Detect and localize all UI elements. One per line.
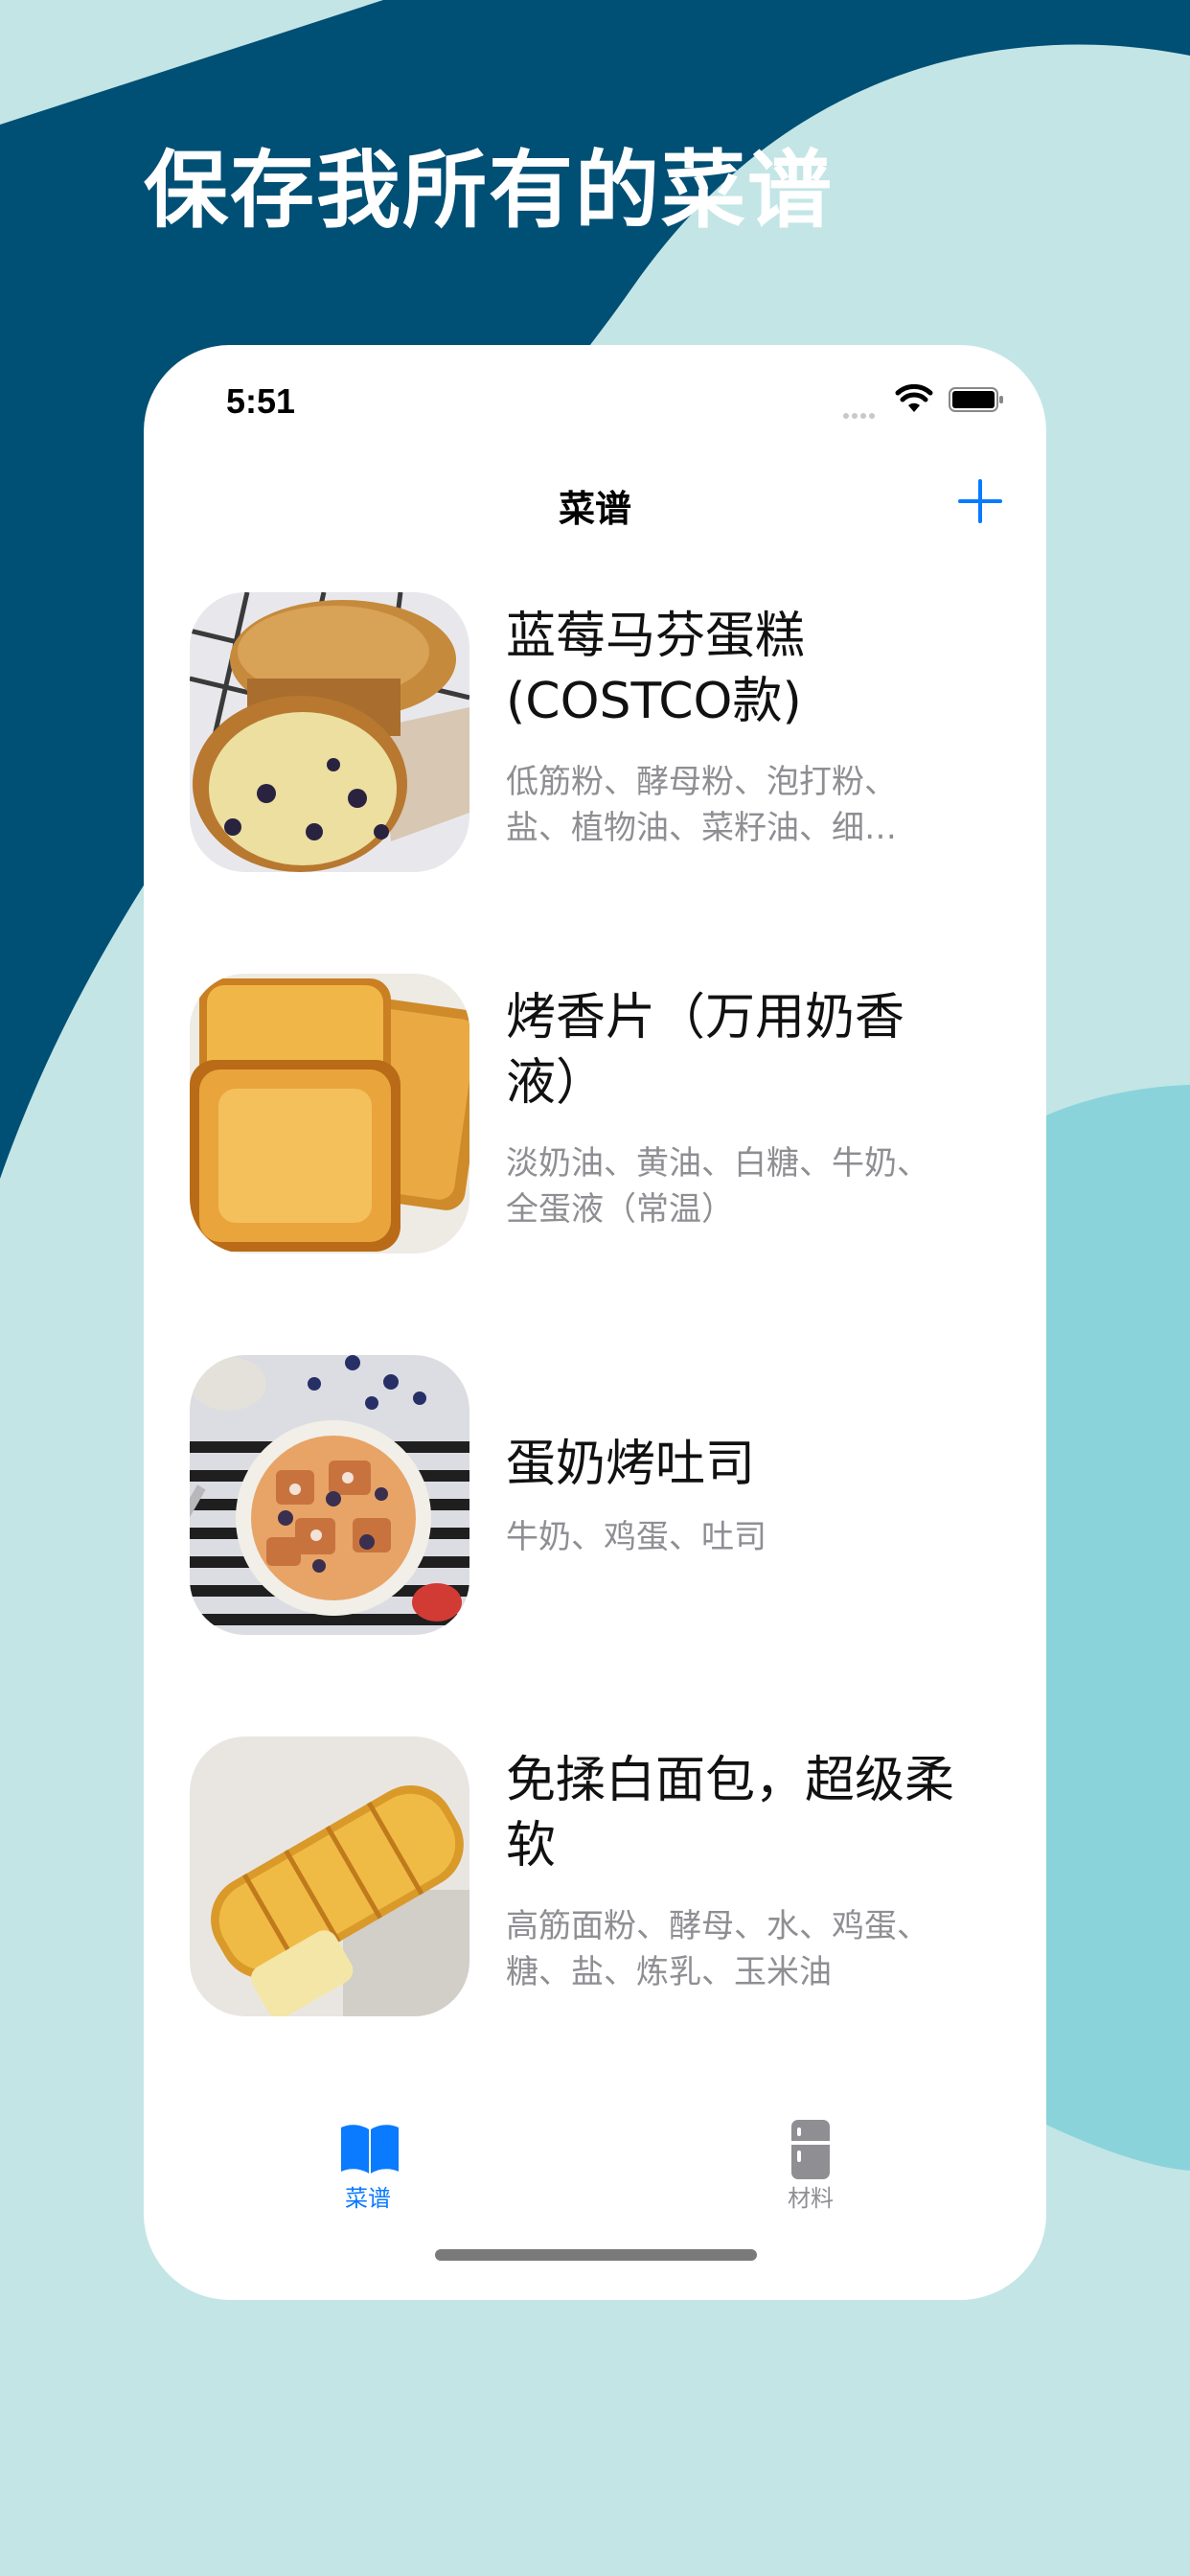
recipe-ingredients: 牛奶、鸡蛋、吐司 (506, 1518, 767, 1556)
recipe-title: 烤香片（万用奶香液） (506, 989, 905, 1112)
recipe-ingredients: 淡奶油、黄油、白糖、牛奶、全蛋液（常温） (506, 1144, 929, 1229)
battery-icon (949, 387, 1003, 412)
status-time: 5:51 (226, 381, 296, 421)
nav-title: 菜谱 (558, 488, 631, 530)
home-indicator (435, 2249, 757, 2261)
recipe-item[interactable]: 烤香片（万用奶香液） 淡奶油、黄油、白糖、牛奶、全蛋液（常温） (190, 974, 1014, 1254)
book-icon (341, 2125, 399, 2174)
wifi-icon (895, 383, 933, 412)
recipe-photo-muffin (190, 592, 469, 872)
tab-ingredients[interactable]: 材料 (734, 2108, 887, 2223)
signal-icon (843, 404, 885, 419)
recipe-item[interactable]: 免揉白面包，超级柔软 高筋面粉、酵母、水、鸡蛋、糖、盐、炼乳、玉米油 (190, 1736, 1014, 2016)
recipe-photo-white-bread (190, 1736, 469, 2016)
phone-screen: 5:51 菜谱 蓝莓马芬蛋糕(COSTCO款) 低筋粉、酵母粉、泡打粉、盐、植物… (144, 345, 1046, 2300)
recipe-title: 蓝莓马芬蛋糕(COSTCO款) (506, 608, 806, 730)
fridge-icon (791, 2120, 830, 2179)
recipe-photo-toast (190, 974, 469, 1254)
tab-label: 材料 (788, 2185, 834, 2212)
recipe-photo-bread-pudding (190, 1355, 469, 1635)
recipe-item[interactable]: 蛋奶烤吐司 牛奶、鸡蛋、吐司 (190, 1355, 1014, 1635)
recipe-ingredients: 低筋粉、酵母粉、泡打粉、盐、植物油、菜籽油、细… (506, 763, 897, 847)
tab-label: 菜谱 (345, 2185, 391, 2212)
headline: 保存我所有的菜谱 (144, 141, 835, 240)
recipe-title: 免揉白面包，超级柔软 (506, 1752, 955, 1874)
add-recipe-button[interactable] (956, 477, 1004, 525)
tab-bar: 菜谱 材料 (144, 2108, 1046, 2300)
recipe-item[interactable]: 蓝莓马芬蛋糕(COSTCO款) 低筋粉、酵母粉、泡打粉、盐、植物油、菜籽油、细… (190, 592, 1014, 872)
recipe-ingredients: 高筋面粉、酵母、水、鸡蛋、糖、盐、炼乳、玉米油 (506, 1907, 929, 1991)
recipe-title: 蛋奶烤吐司 (506, 1436, 756, 1493)
tab-recipes[interactable]: 菜谱 (291, 2108, 445, 2223)
plus-icon (958, 479, 1002, 523)
